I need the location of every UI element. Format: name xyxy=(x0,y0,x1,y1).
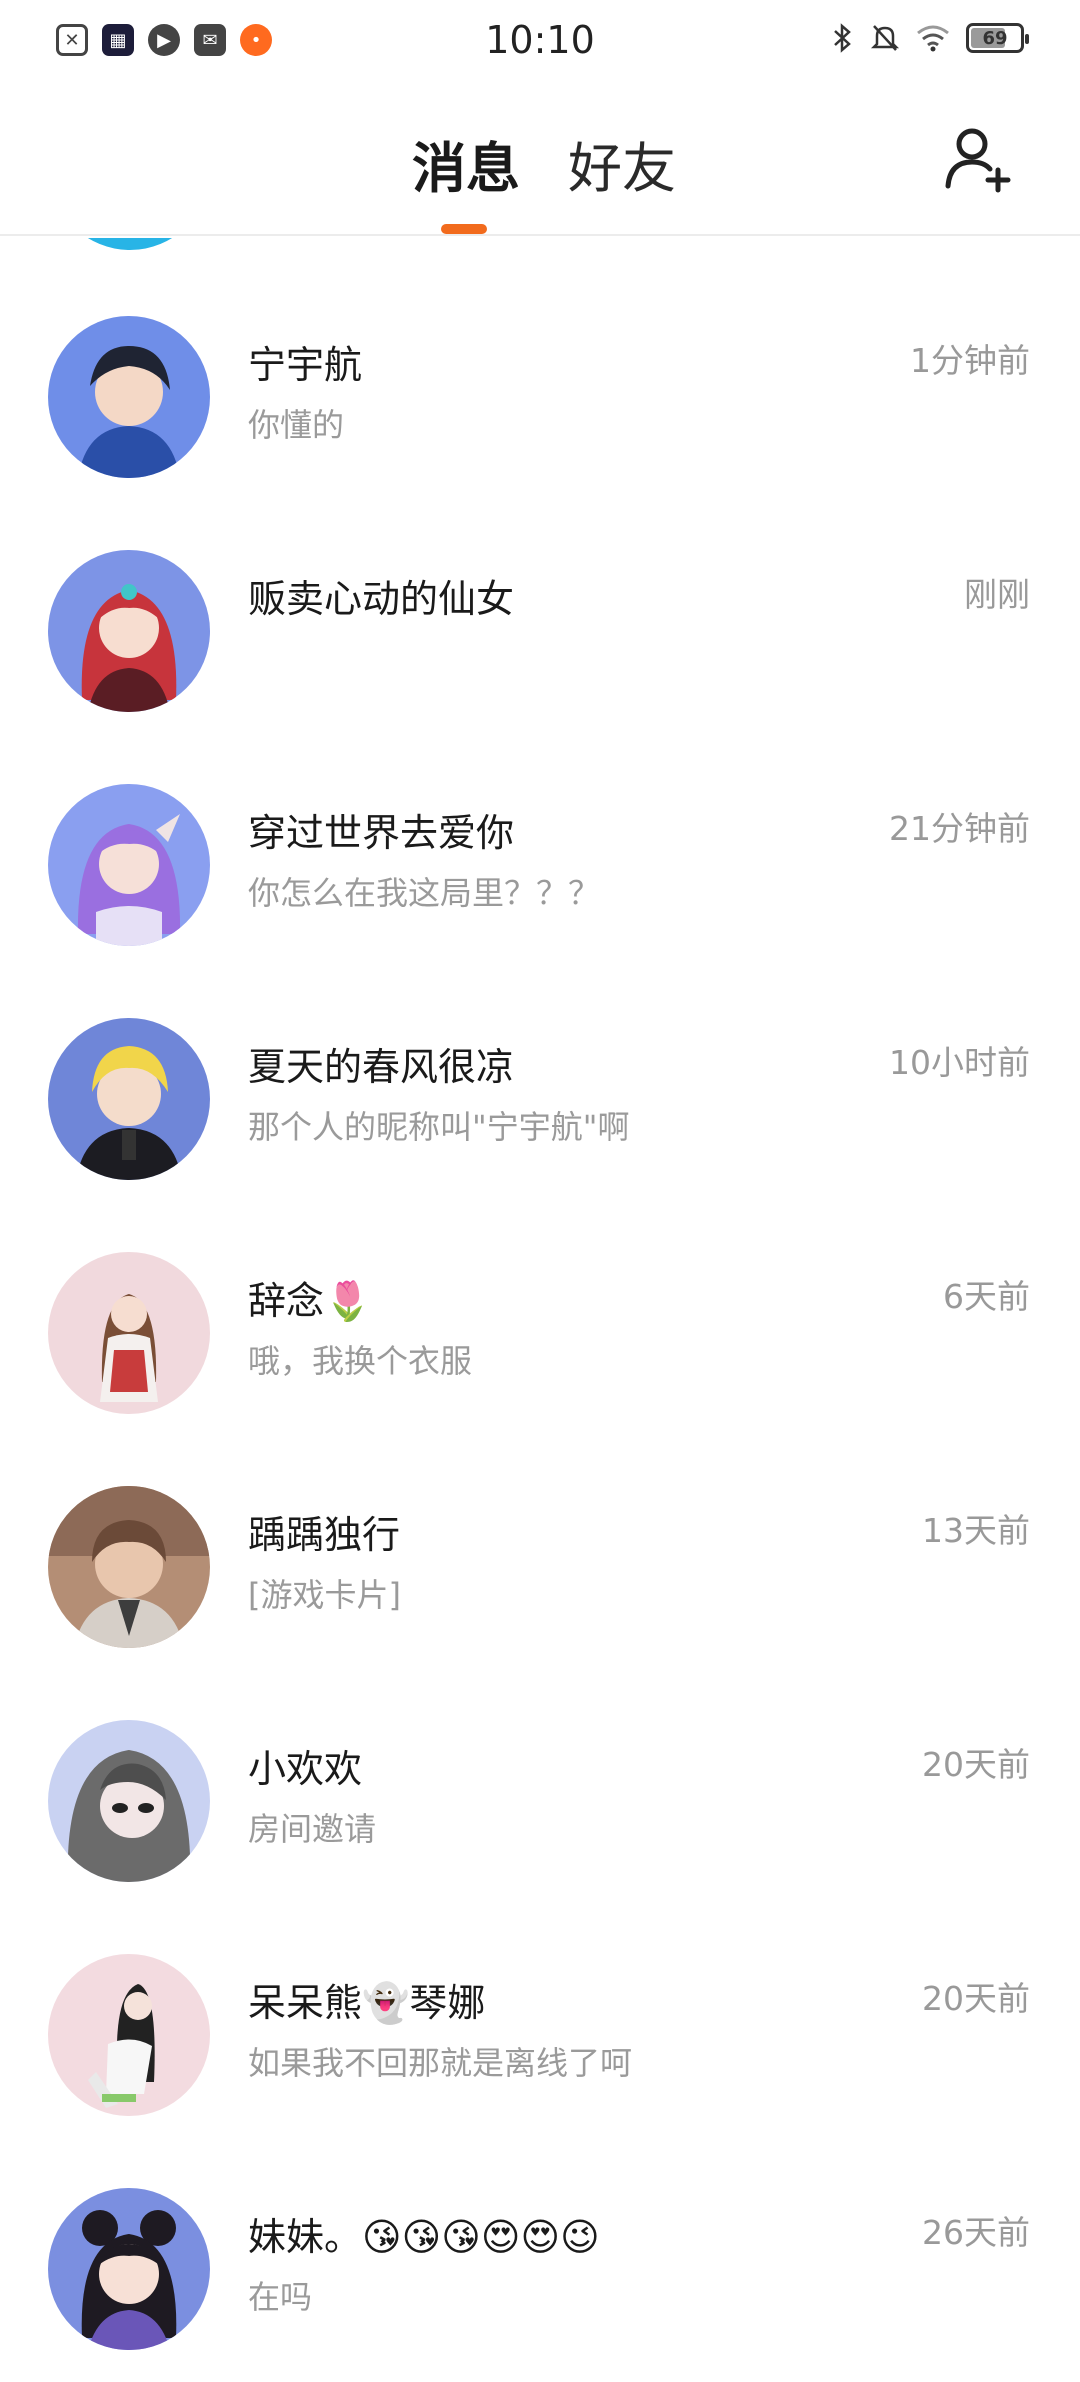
conversation-name: 呆呆熊👻琴娜 xyxy=(248,1981,486,2025)
conversation-name: 小欢欢 xyxy=(248,1747,363,1791)
conversation-preview: 如果我不回那就是离线了呵 xyxy=(248,2044,633,2082)
list-item[interactable]: 踽踽独行 13天前 [游戏卡片] xyxy=(0,1408,1080,1648)
conversation-time: 刚刚 xyxy=(964,575,1030,614)
conversation-preview: 房间邀请 xyxy=(248,1810,377,1848)
list-item[interactable]: 小欢欢 20天前 房间邀请 xyxy=(0,1642,1080,1882)
conversation-preview: 哦，我换个衣服 xyxy=(248,1342,473,1380)
conversation-time: 13天前 xyxy=(922,1511,1030,1550)
battery-level: 69 xyxy=(982,27,1008,49)
conversation-preview: 你怎么在我这局里？？？ xyxy=(248,874,601,912)
add-friend-icon[interactable] xyxy=(944,124,1014,194)
avatar xyxy=(48,1486,210,1648)
avatar xyxy=(48,1018,210,1180)
avatar xyxy=(48,1720,210,1882)
avatar xyxy=(48,784,210,946)
conversation-preview: 在吗 xyxy=(248,2278,313,2316)
conversation-name: 妹妹。😘😘😘😍😍😉 xyxy=(248,2215,600,2259)
conversation-time: 20天前 xyxy=(922,1745,1030,1784)
conversation-time: 20天前 xyxy=(922,1979,1030,2018)
avatar xyxy=(48,550,210,712)
avatar xyxy=(48,1954,210,2116)
tab-friends[interactable]: 好友 xyxy=(568,124,676,203)
conversation-name: 辞念🌷 xyxy=(248,1279,372,1323)
conversation-time: 21分钟前 xyxy=(889,809,1030,848)
conversation-time: 1分钟前 xyxy=(910,341,1030,380)
avatar xyxy=(48,316,210,478)
list-item[interactable]: 辞念🌷 6天前 哦，我换个衣服 xyxy=(0,1174,1080,1414)
bluetooth-icon xyxy=(834,23,851,53)
tab-indicator xyxy=(441,224,487,234)
list-item[interactable]: 宁宇航 1分钟前 你懂的 xyxy=(0,238,1080,478)
avatar xyxy=(48,2188,210,2350)
conversation-preview: 那个人的昵称叫"宁宇航"啊 xyxy=(248,1108,630,1146)
status-bar: ✕ ▦ ▶ ✉ • 10:10 69 xyxy=(0,0,1080,84)
avatar xyxy=(48,1252,210,1414)
conversation-name: 踽踽独行 xyxy=(248,1513,401,1557)
conversation-name: 贩卖心动的仙女 xyxy=(248,577,515,621)
list-item[interactable]: 妹妹。😘😘😘😍😍😉 26天前 在吗 xyxy=(0,2110,1080,2350)
list-item[interactable]: 穿过世界去爱你 21分钟前 你怎么在我这局里？？？ xyxy=(0,706,1080,946)
status-right-icons: 69 xyxy=(832,22,1029,54)
battery-icon: 69 xyxy=(966,23,1029,53)
conversation-time: 10小时前 xyxy=(889,1043,1030,1082)
mute-icon xyxy=(870,25,900,51)
conversation-name: 宁宇航 xyxy=(248,343,363,387)
conversation-name: 穿过世界去爱你 xyxy=(248,811,515,855)
conversation-preview: [游戏卡片] xyxy=(248,1576,401,1614)
list-item[interactable]: 贩卖心动的仙女 刚刚 xyxy=(0,472,1080,712)
conversation-name: 夏天的春风很凉 xyxy=(248,1045,515,1089)
conversation-time: 6天前 xyxy=(943,1277,1030,1316)
tab-messages[interactable]: 消息 xyxy=(412,124,520,203)
list-item[interactable]: 夏天的春风很凉 10小时前 那个人的昵称叫"宁宇航"啊 xyxy=(0,940,1080,1180)
conversation-preview: 你懂的 xyxy=(248,406,345,444)
header: 消息 好友 xyxy=(0,84,1080,236)
wifi-icon xyxy=(917,25,949,52)
conversation-list[interactable]: 宁宇航 1分钟前 你懂的 贩卖心动的仙女 刚刚 穿过世界去爱你 21分钟前 你怎… xyxy=(0,238,1080,2382)
conversation-time: 26天前 xyxy=(922,2213,1030,2252)
list-item[interactable]: 呆呆熊👻琴娜 20天前 如果我不回那就是离线了呵 xyxy=(0,1876,1080,2116)
